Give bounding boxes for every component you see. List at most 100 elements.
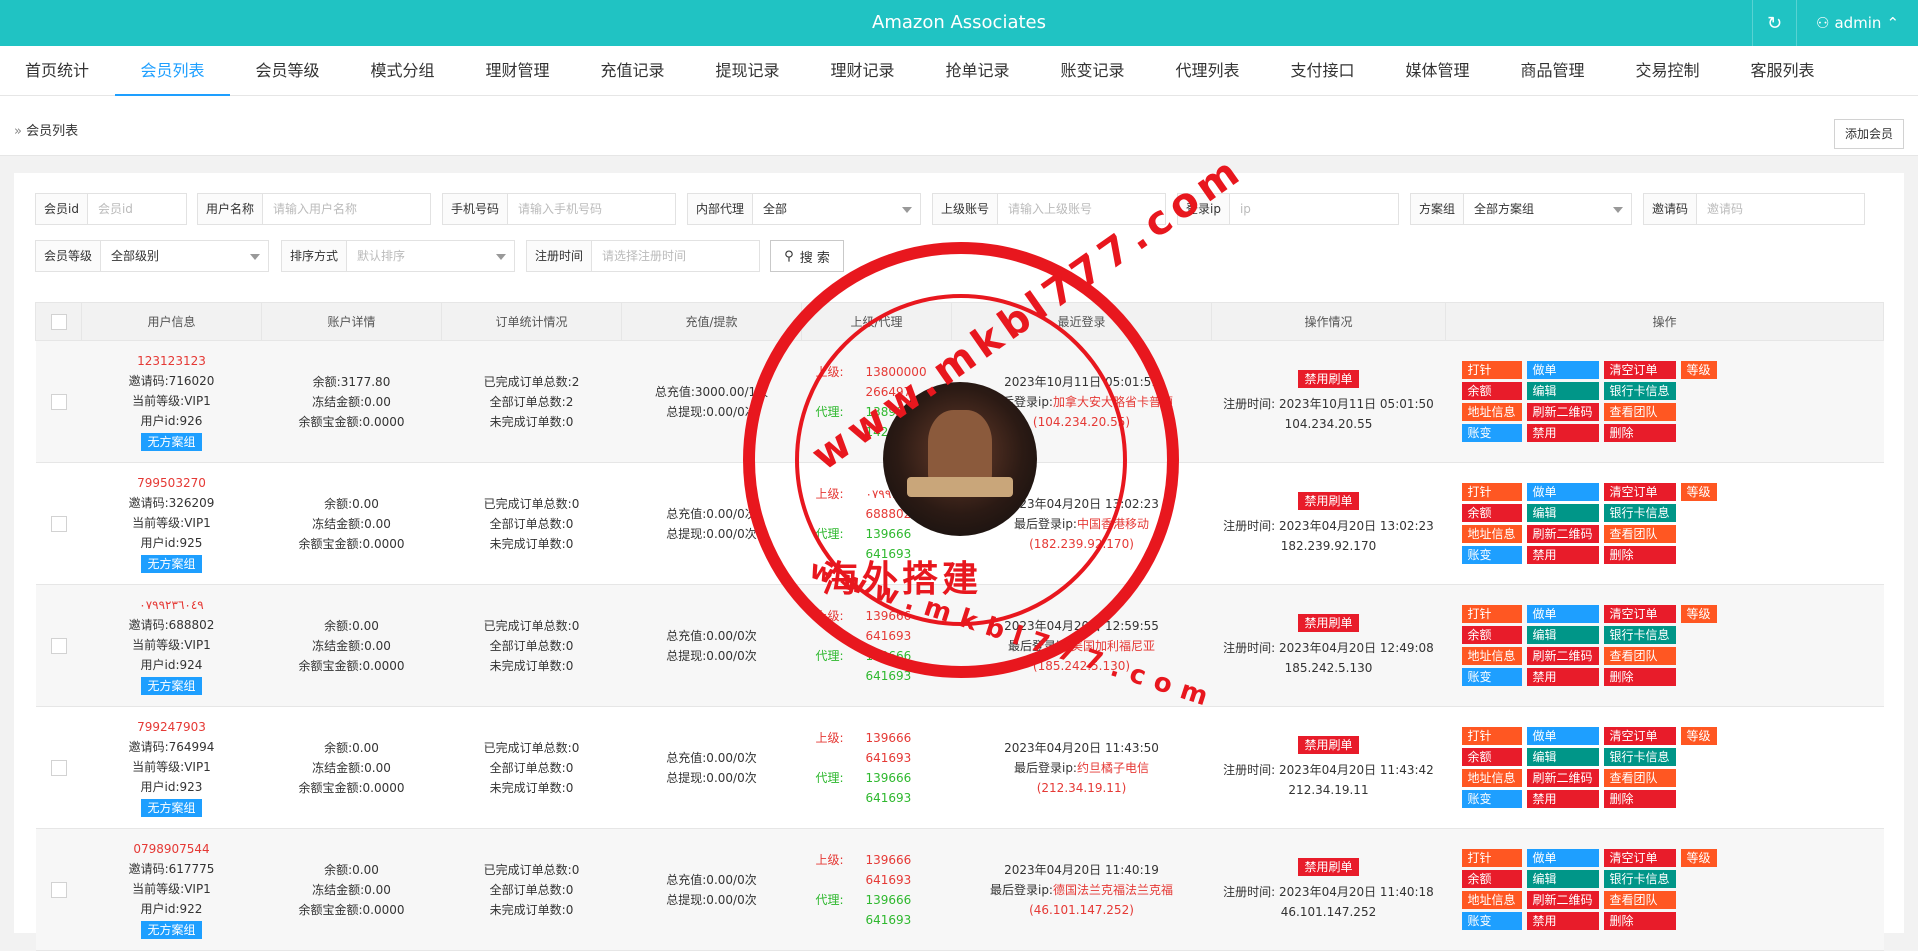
tab-4[interactable]: 理财管理 xyxy=(460,46,575,96)
action-button[interactable]: 余额 xyxy=(1461,870,1522,888)
select-all-checkbox[interactable] xyxy=(50,313,67,330)
member-id-input[interactable]: 会员id xyxy=(88,194,186,224)
action-button[interactable]: 账变 xyxy=(1461,546,1522,564)
tab-8[interactable]: 抢单记录 xyxy=(920,46,1035,96)
action-button[interactable]: 账变 xyxy=(1461,668,1522,686)
action-button[interactable]: 刷新二维码 xyxy=(1526,891,1599,909)
invite-code-input[interactable]: 邀请码 xyxy=(1697,194,1864,224)
tab-1[interactable]: 会员列表 xyxy=(115,46,230,96)
action-button[interactable]: 等级 xyxy=(1680,727,1717,745)
tab-15[interactable]: 客服列表 xyxy=(1725,46,1840,96)
action-button[interactable]: 清空订单 xyxy=(1603,483,1676,501)
action-button[interactable]: 刷新二维码 xyxy=(1526,525,1599,543)
action-button[interactable]: 禁用 xyxy=(1526,546,1599,564)
action-button[interactable]: 删除 xyxy=(1603,546,1676,564)
user-menu[interactable]: ⚇ admin ⌃ xyxy=(1796,0,1918,46)
group-badge[interactable]: 无方案组 xyxy=(141,433,202,451)
action-button[interactable]: 账变 xyxy=(1461,912,1522,930)
action-button[interactable]: 查看团队 xyxy=(1603,647,1676,665)
ban-order-button[interactable]: 禁用刷单 xyxy=(1298,858,1359,876)
action-button[interactable]: 禁用 xyxy=(1526,790,1599,808)
action-button[interactable]: 刷新二维码 xyxy=(1526,769,1599,787)
filter-internal-agent[interactable]: 内部代理 全部 xyxy=(687,193,921,225)
reg-time-input[interactable]: 请选择注册时间 xyxy=(592,241,759,271)
parent-account-input[interactable]: 请输入上级账号 xyxy=(998,194,1165,224)
tab-12[interactable]: 媒体管理 xyxy=(1380,46,1495,96)
action-button[interactable]: 做单 xyxy=(1526,849,1599,867)
action-button[interactable]: 刷新二维码 xyxy=(1526,403,1599,421)
action-button[interactable]: 禁用 xyxy=(1526,424,1599,442)
action-button[interactable]: 银行卡信息 xyxy=(1603,626,1676,644)
group-badge[interactable]: 无方案组 xyxy=(141,555,202,573)
action-button[interactable]: 清空订单 xyxy=(1603,727,1676,745)
action-button[interactable]: 等级 xyxy=(1680,849,1717,867)
action-button[interactable]: 清空订单 xyxy=(1603,361,1676,379)
action-button[interactable]: 银行卡信息 xyxy=(1603,504,1676,522)
action-button[interactable]: 删除 xyxy=(1603,912,1676,930)
action-button[interactable]: 清空订单 xyxy=(1603,605,1676,623)
group-badge[interactable]: 无方案组 xyxy=(141,677,202,695)
action-button[interactable]: 打针 xyxy=(1461,483,1522,501)
action-button[interactable]: 做单 xyxy=(1526,361,1599,379)
action-button[interactable]: 地址信息 xyxy=(1461,891,1522,909)
group-badge[interactable]: 无方案组 xyxy=(141,921,202,939)
ban-order-button[interactable]: 禁用刷单 xyxy=(1298,492,1359,510)
action-button[interactable]: 等级 xyxy=(1680,483,1717,501)
add-member-button[interactable]: 添加会员 xyxy=(1834,119,1904,149)
action-button[interactable]: 查看团队 xyxy=(1603,403,1676,421)
ban-order-button[interactable]: 禁用刷单 xyxy=(1298,370,1359,388)
username-input[interactable]: 请输入用户名称 xyxy=(263,194,430,224)
internal-agent-select[interactable]: 全部 xyxy=(753,194,920,224)
group-badge[interactable]: 无方案组 xyxy=(141,799,202,817)
member-level-select[interactable]: 全部级别 xyxy=(101,241,268,271)
action-button[interactable]: 编辑 xyxy=(1526,870,1599,888)
action-button[interactable]: 禁用 xyxy=(1526,912,1599,930)
action-button[interactable]: 清空订单 xyxy=(1603,849,1676,867)
row-checkbox[interactable] xyxy=(50,638,67,654)
tab-10[interactable]: 代理列表 xyxy=(1150,46,1265,96)
action-button[interactable]: 刷新二维码 xyxy=(1526,647,1599,665)
row-checkbox[interactable] xyxy=(50,394,67,410)
action-button[interactable]: 地址信息 xyxy=(1461,525,1522,543)
filter-member-level[interactable]: 会员等级 全部级别 xyxy=(35,240,269,272)
tab-6[interactable]: 提现记录 xyxy=(690,46,805,96)
action-button[interactable]: 等级 xyxy=(1680,605,1717,623)
action-button[interactable]: 余额 xyxy=(1461,748,1522,766)
ban-order-button[interactable]: 禁用刷单 xyxy=(1298,736,1359,754)
action-button[interactable]: 地址信息 xyxy=(1461,403,1522,421)
action-button[interactable]: 银行卡信息 xyxy=(1603,870,1676,888)
action-button[interactable]: 查看团队 xyxy=(1603,891,1676,909)
action-button[interactable]: 编辑 xyxy=(1526,504,1599,522)
action-button[interactable]: 余额 xyxy=(1461,504,1522,522)
row-checkbox[interactable] xyxy=(50,760,67,776)
tab-14[interactable]: 交易控制 xyxy=(1610,46,1725,96)
action-button[interactable]: 查看团队 xyxy=(1603,525,1676,543)
filter-sort[interactable]: 排序方式 默认排序 xyxy=(281,240,515,272)
action-button[interactable]: 余额 xyxy=(1461,626,1522,644)
action-button[interactable]: 编辑 xyxy=(1526,626,1599,644)
tab-11[interactable]: 支付接口 xyxy=(1265,46,1380,96)
action-button[interactable]: 禁用 xyxy=(1526,668,1599,686)
action-button[interactable]: 打针 xyxy=(1461,605,1522,623)
action-button[interactable]: 银行卡信息 xyxy=(1603,382,1676,400)
action-button[interactable]: 账变 xyxy=(1461,424,1522,442)
action-button[interactable]: 做单 xyxy=(1526,605,1599,623)
search-button[interactable]: ⚲ 搜 索 xyxy=(770,240,844,272)
row-checkbox[interactable] xyxy=(50,882,67,898)
sort-select[interactable]: 默认排序 xyxy=(347,241,514,271)
action-button[interactable]: 地址信息 xyxy=(1461,647,1522,665)
filter-scheme-group[interactable]: 方案组 全部方案组 xyxy=(1410,193,1632,225)
tab-13[interactable]: 商品管理 xyxy=(1495,46,1610,96)
phone-input[interactable]: 请输入手机号码 xyxy=(508,194,675,224)
action-button[interactable]: 账变 xyxy=(1461,790,1522,808)
action-button[interactable]: 删除 xyxy=(1603,790,1676,808)
action-button[interactable]: 打针 xyxy=(1461,361,1522,379)
action-button[interactable]: 做单 xyxy=(1526,483,1599,501)
action-button[interactable]: 做单 xyxy=(1526,727,1599,745)
action-button[interactable]: 银行卡信息 xyxy=(1603,748,1676,766)
tab-0[interactable]: 首页统计 xyxy=(14,46,100,96)
action-button[interactable]: 编辑 xyxy=(1526,748,1599,766)
action-button[interactable]: 打针 xyxy=(1461,849,1522,867)
action-button[interactable]: 编辑 xyxy=(1526,382,1599,400)
action-button[interactable]: 删除 xyxy=(1603,424,1676,442)
